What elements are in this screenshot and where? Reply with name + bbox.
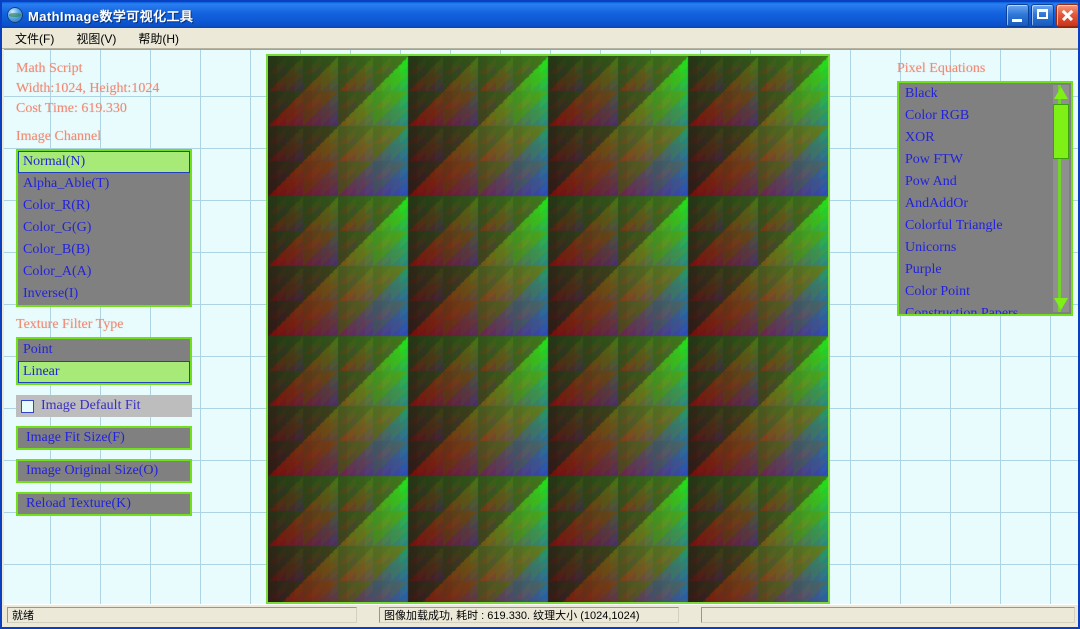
client-area: Math Script Width:1024, Height:1024 Cost…	[4, 49, 1078, 606]
close-button[interactable]	[1056, 4, 1078, 27]
pixel-equations-listbox[interactable]: Black Color RGB XOR Pow FTW Pow And AndA…	[897, 81, 1073, 316]
equation-item-color-point[interactable]: Color Point	[899, 281, 1071, 303]
image-default-fit-row[interactable]: Image Default Fit	[16, 395, 192, 417]
menu-help[interactable]: 帮助(H)	[129, 29, 188, 48]
channel-item-alpha-able[interactable]: Alpha_Able(T)	[18, 173, 190, 195]
scroll-up-arrow-icon[interactable]	[1053, 85, 1069, 102]
equation-item-black[interactable]: Black	[899, 83, 1071, 105]
texture-preview[interactable]	[266, 54, 830, 604]
equation-item-xor[interactable]: XOR	[899, 127, 1071, 149]
channel-item-inverse[interactable]: Inverse(I)	[18, 283, 190, 305]
texture-filter-label: Texture Filter Type	[16, 317, 124, 332]
close-icon	[1057, 5, 1078, 26]
application-window: MathImage数学可视化工具 文件(F) 视图(V) 帮助(H) Math …	[0, 0, 1080, 629]
equation-item-pow-ftw[interactable]: Pow FTW	[899, 149, 1071, 171]
channel-item-color-b[interactable]: Color_B(B)	[18, 239, 190, 261]
channel-item-color-g[interactable]: Color_G(G)	[18, 217, 190, 239]
equation-item-color-rgb[interactable]: Color RGB	[899, 105, 1071, 127]
image-fit-size-button[interactable]: Image Fit Size(F)	[16, 426, 192, 450]
image-original-size-button[interactable]: Image Original Size(O)	[16, 459, 192, 483]
window-title: MathImage数学可视化工具	[28, 8, 194, 24]
channel-item-color-a[interactable]: Color_A(A)	[18, 261, 190, 283]
pixel-equations-scrollbar[interactable]	[1053, 85, 1069, 312]
left-control-panel: Math Script Width:1024, Height:1024 Cost…	[16, 59, 192, 516]
pixel-equations-heading: Pixel Equations	[897, 61, 986, 76]
reload-texture-button[interactable]: Reload Texture(K)	[16, 492, 192, 516]
window-controls	[1006, 4, 1078, 27]
maximize-icon	[1032, 5, 1053, 26]
equation-item-unicorns[interactable]: Unicorns	[899, 237, 1071, 259]
filter-item-point[interactable]: Point	[18, 339, 190, 361]
scrollbar-thumb[interactable]	[1053, 104, 1069, 159]
cost-time-info: Cost Time: 619.330	[16, 101, 127, 116]
maximize-button[interactable]	[1031, 4, 1054, 27]
globe-icon	[7, 7, 23, 23]
menu-bar: 文件(F) 视图(V) 帮助(H)	[2, 28, 1078, 49]
menu-file[interactable]: 文件(F)	[6, 29, 63, 48]
pixel-equations-list: Black Color RGB XOR Pow FTW Pow And AndA…	[899, 83, 1071, 314]
right-control-panel: Pixel Equations Black Color RGB XOR Pow …	[897, 59, 1073, 316]
filter-item-linear[interactable]: Linear	[18, 361, 190, 383]
status-right	[701, 607, 1075, 623]
image-channel-label: Image Channel	[16, 129, 102, 144]
channel-item-color-r[interactable]: Color_R(R)	[18, 195, 190, 217]
minimize-button[interactable]	[1006, 4, 1029, 27]
image-size-info: Width:1024, Height:1024	[16, 81, 160, 96]
channel-item-normal[interactable]: Normal(N)	[18, 151, 190, 173]
status-bar: 就绪 图像加载成功, 耗时 : 619.330. 纹理大小 (1024,1024…	[4, 604, 1078, 625]
title-bar: MathImage数学可视化工具	[2, 2, 1078, 28]
menu-view[interactable]: 视图(V)	[67, 29, 125, 48]
equation-item-andaddor[interactable]: AndAddOr	[899, 193, 1071, 215]
status-left: 就绪	[7, 607, 357, 623]
minimize-icon	[1007, 5, 1028, 26]
equation-item-pow-and[interactable]: Pow And	[899, 171, 1071, 193]
status-middle: 图像加载成功, 耗时 : 619.330. 纹理大小 (1024,1024)	[379, 607, 679, 623]
texture-canvas[interactable]	[268, 56, 828, 602]
texture-filter-listbox[interactable]: Point Linear	[16, 337, 192, 385]
equation-item-purple[interactable]: Purple	[899, 259, 1071, 281]
image-channel-listbox[interactable]: Normal(N) Alpha_Able(T) Color_R(R) Color…	[16, 149, 192, 307]
grid-top-rule	[4, 49, 1078, 50]
equation-item-construction-papers[interactable]: Construction Papers	[899, 303, 1071, 314]
equation-item-colorful-triangle[interactable]: Colorful Triangle	[899, 215, 1071, 237]
scroll-down-arrow-icon[interactable]	[1053, 295, 1069, 312]
image-default-fit-label: Image Default Fit	[41, 398, 141, 413]
checkbox-icon[interactable]	[21, 399, 34, 413]
math-script-heading: Math Script	[16, 61, 83, 76]
